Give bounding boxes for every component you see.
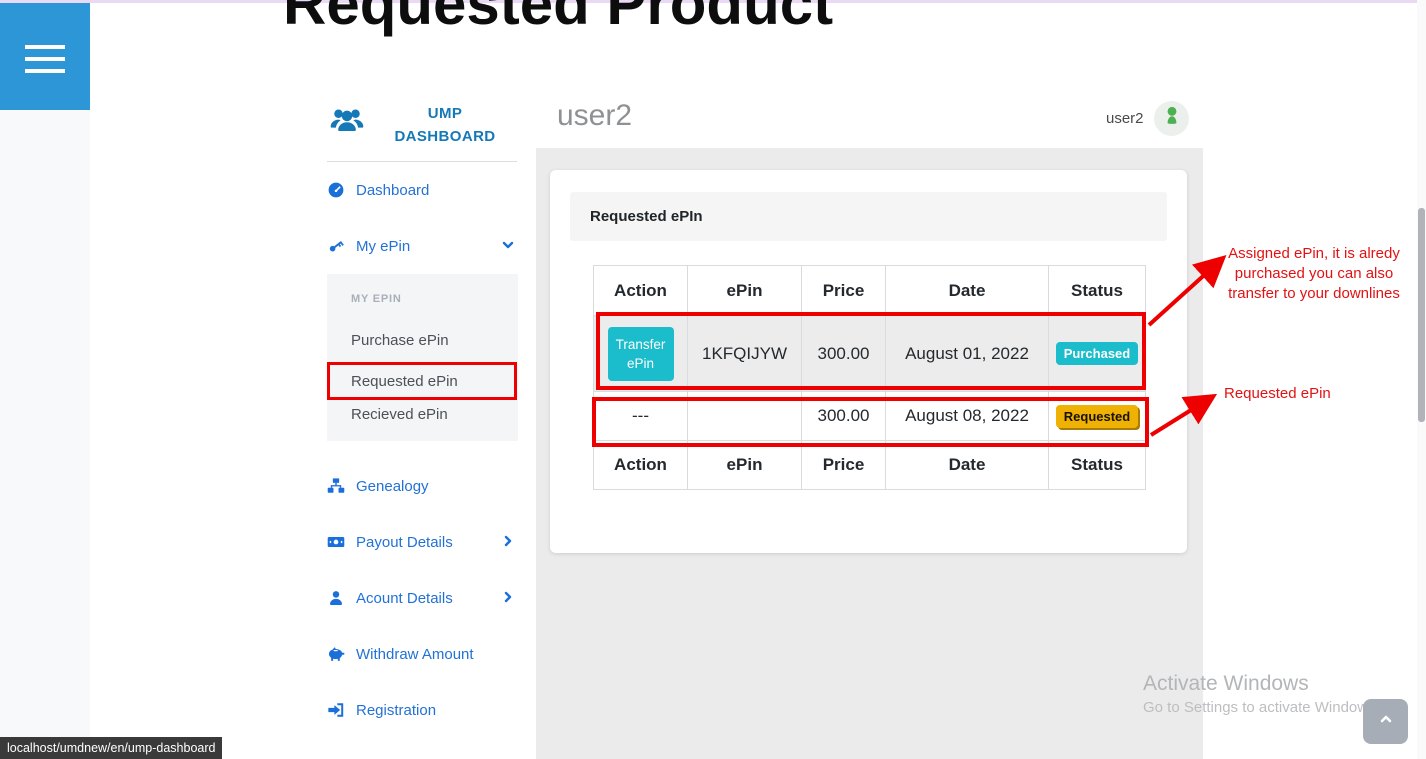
action-cell: Transfer ePin [594,316,688,392]
date-cell: August 01, 2022 [886,316,1049,392]
footer-epin: ePin [688,441,802,490]
column-header-date: Date [886,266,1049,316]
piggy-bank-icon [327,645,345,663]
collapsed-sidebar-strip [0,110,90,759]
sidebar-item-label: Acount Details [356,590,453,607]
sidebar-item-acount-details[interactable]: Acount Details [327,586,518,610]
sidebar-item-label: Payout Details [356,534,453,551]
epin-cell: 1KFQIJYW [688,316,802,392]
sidebar-item-label: Registration [356,702,436,719]
activate-windows-subtext: Go to Settings to activate Windows. [1143,699,1380,716]
tachometer-icon [327,181,345,199]
transfer-epin-button[interactable]: Transfer ePin [608,327,674,381]
sidebar-item-registration[interactable]: Registration [327,698,518,722]
action-cell: --- [594,392,688,441]
status-badge-requested: Requested [1056,405,1138,428]
sidebar-item-label: My ePin [356,238,410,255]
annotation-line: transfer to your downlines [1213,284,1415,304]
footer-date: Date [886,441,1049,490]
sidebar-item-my-epin[interactable]: My ePin [327,234,518,258]
footer-price: Price [802,441,886,490]
page-title: Requested Product [283,0,833,34]
table-header-row: Action ePin Price Date Status [594,266,1146,316]
avatar[interactable] [1154,101,1189,136]
users-group-icon [326,103,368,137]
sidebar-item-recieved-epin[interactable]: Recieved ePin [351,406,448,423]
scrollbar-thumb[interactable] [1418,208,1425,422]
sidebar-item-requested-epin[interactable]: Requested ePin [351,373,458,390]
table-footer-row: Action ePin Price Date Status [594,441,1146,490]
vertical-scrollbar[interactable] [1417,0,1426,759]
sidebar-item-genealogy[interactable]: Genealogy [327,474,518,498]
column-header-price: Price [802,266,886,316]
annotation-line: purchased you can also [1213,264,1415,284]
footer-status: Status [1049,441,1146,490]
requested-epin-table: Action ePin Price Date Status Transfer e… [593,265,1146,490]
status-bar-url: localhost/umdnew/en/ump-dashboard [0,737,222,759]
sidebar-item-payout-details[interactable]: Payout Details [327,530,518,554]
sidebar-item-purchase-epin[interactable]: Purchase ePin [351,332,449,349]
user-icon [327,589,345,607]
chevron-right-icon [500,589,516,605]
annotation-note-requested-epin: Requested ePin [1224,384,1331,404]
epin-cell [688,392,802,441]
requested-epin-card: Requested ePIn Action ePin Price Date St… [550,170,1187,553]
chevron-up-icon [1377,710,1395,733]
column-header-epin: ePin [688,266,802,316]
scroll-to-top-button[interactable] [1363,699,1408,744]
account-user-label: user2 [1106,110,1144,127]
table-row-purchased: Transfer ePin 1KFQIJYW 300.00 August 01,… [594,316,1146,392]
price-cell: 300.00 [802,316,886,392]
sign-in-icon [327,701,345,719]
sidebar-item-withdraw-amount[interactable]: Withdraw Amount [327,642,518,666]
sidebar-divider [327,161,517,162]
status-badge-purchased: Purchased [1056,342,1138,365]
chevron-right-icon [500,533,516,549]
card-title: Requested ePIn [570,192,1167,241]
status-cell: Requested [1049,392,1146,441]
brand-logo-line1: UMP [372,102,518,125]
money-bill-icon [327,533,345,551]
key-icon [327,237,345,255]
activate-windows-watermark: Activate Windows [1143,672,1309,696]
sidebar-item-label: Withdraw Amount [356,646,474,663]
annotation-note-assigned-epin: Assigned ePin, it is alredy purchased yo… [1213,244,1415,304]
sidebar-item-label: Genealogy [356,478,429,495]
column-header-status: Status [1049,266,1146,316]
sitemap-icon [327,477,345,495]
price-cell: 300.00 [802,392,886,441]
my-epin-submenu: MY EPIN Purchase ePin Requested ePin Rec… [327,274,518,441]
brand-logo[interactable]: UMP DASHBOARD [372,102,518,148]
page-user-heading: user2 [557,99,632,133]
ump-dashboard-screen: Requested Product UMP DASHBOARD Das [0,0,1426,759]
footer-action: Action [594,441,688,490]
table-row-requested: --- 300.00 August 08, 2022 Requested [594,392,1146,441]
sidebar-item-dashboard[interactable]: Dashboard [327,178,518,202]
sidebar-item-label: Dashboard [356,182,429,199]
hamburger-menu-button[interactable] [0,3,90,110]
status-cell: Purchased [1049,316,1146,392]
chevron-down-icon [500,237,516,253]
brand-logo-line2: DASHBOARD [372,125,518,148]
date-cell: August 08, 2022 [886,392,1049,441]
column-header-action: Action [594,266,688,316]
annotation-line: Assigned ePin, it is alredy [1213,244,1415,264]
submenu-header: MY EPIN [351,293,402,305]
person-avatar-icon [1159,103,1185,134]
